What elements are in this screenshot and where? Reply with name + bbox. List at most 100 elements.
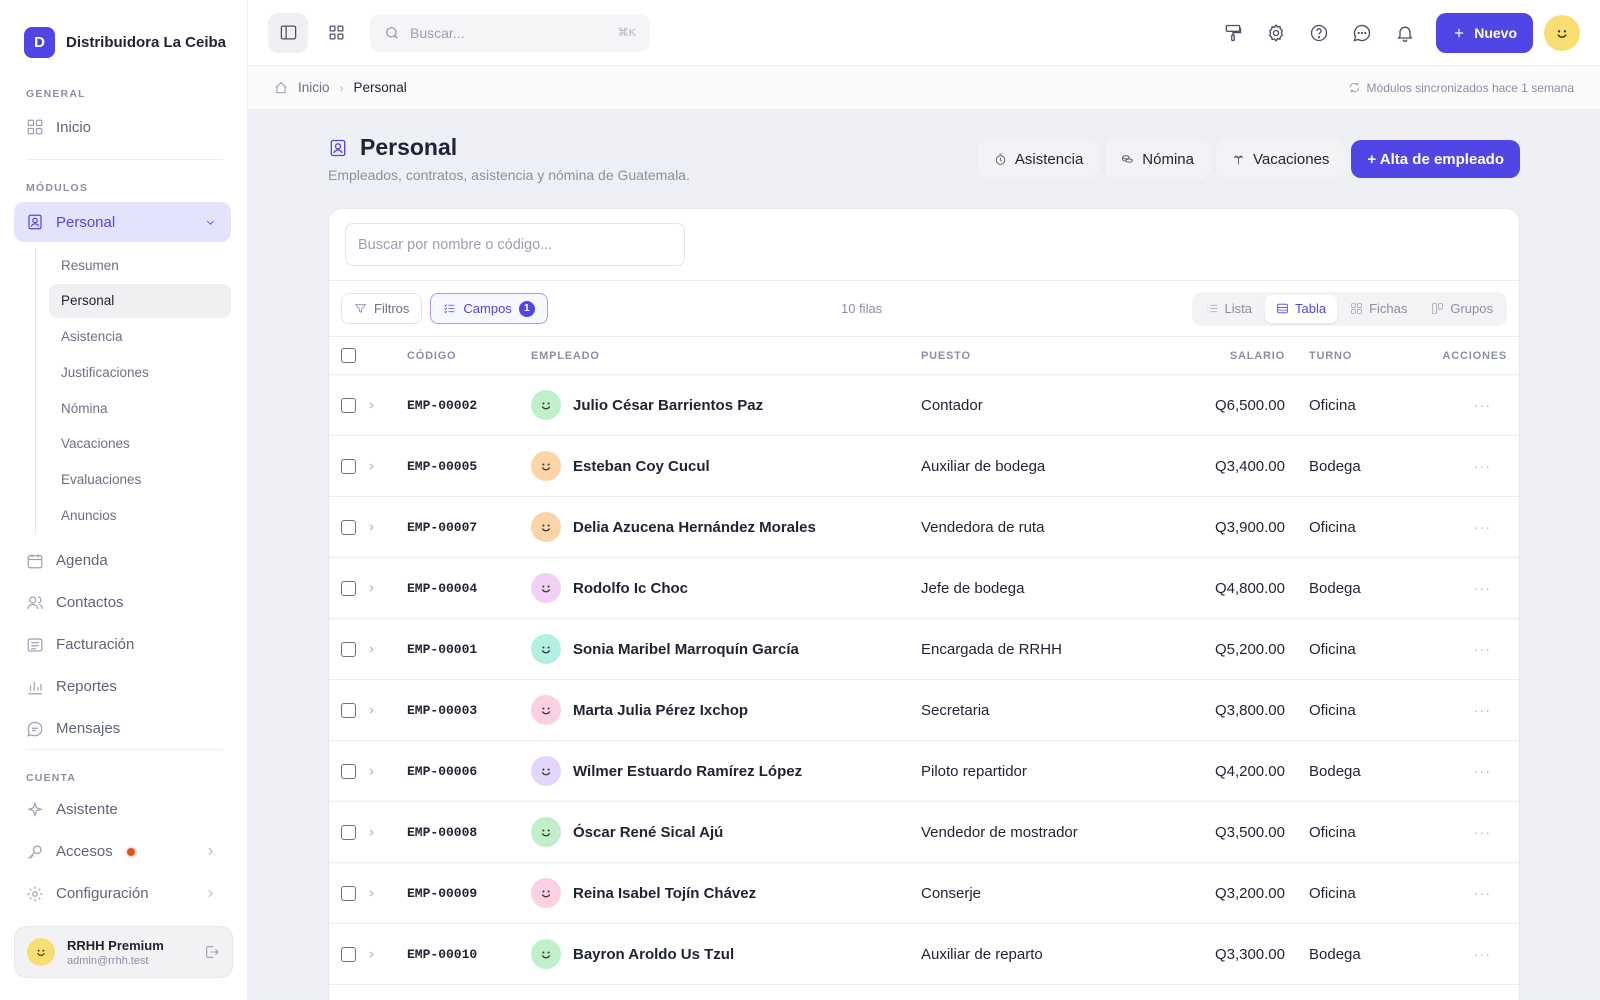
chevron-right-icon[interactable] (366, 400, 377, 411)
table-row[interactable]: EMP-00001 Sonia Maribel Marroquín García… (329, 619, 1519, 680)
table-row[interactable]: EMP-00005 Esteban Coy Cucul Auxiliar de … (329, 436, 1519, 497)
row-checkbox[interactable] (341, 397, 356, 413)
col-header-puesto[interactable]: PUESTO (921, 350, 1135, 362)
chevron-right-icon[interactable] (366, 644, 377, 655)
table-search-input[interactable]: Buscar por nombre o código... (345, 223, 685, 266)
chevron-right-icon[interactable] (366, 522, 377, 533)
sidebar-item-inicio[interactable]: Inicio (14, 107, 231, 147)
table-row[interactable]: EMP-00009 Reina Isabel Tojín Chávez Cons… (329, 863, 1519, 924)
table-row[interactable]: EMP-00010 Bayron Aroldo Us Tzul Auxiliar… (329, 924, 1519, 985)
employee-name[interactable]: Marta Julia Pérez Ixchop (573, 702, 748, 719)
chevron-right-icon[interactable] (366, 949, 377, 960)
employee-name[interactable]: Delia Azucena Hernández Morales (573, 519, 816, 536)
help-button[interactable] (1299, 13, 1339, 53)
table-row[interactable]: EMP-00006 Wilmer Estuardo Ramírez López … (329, 741, 1519, 802)
row-actions-button[interactable]: ··· (1395, 397, 1519, 413)
table-row[interactable]: EMP-00007 Delia Azucena Hernández Morale… (329, 497, 1519, 558)
notifications-button[interactable] (1385, 13, 1425, 53)
subnav-item-anuncios[interactable]: Anuncios (49, 499, 231, 533)
view-tabla[interactable]: Tabla (1264, 294, 1338, 323)
row-checkbox[interactable] (341, 580, 356, 596)
fields-button[interactable]: Campos 1 (430, 293, 548, 324)
search-input[interactable]: Buscar... (410, 25, 608, 41)
employee-name[interactable]: Sonia Maribel Marroquín García (573, 641, 799, 658)
chevron-right-icon[interactable] (366, 705, 377, 716)
chevron-right-icon[interactable] (366, 583, 377, 594)
row-checkbox[interactable] (341, 641, 356, 657)
logout-icon[interactable] (204, 944, 220, 960)
row-actions-button[interactable]: ··· (1395, 519, 1519, 535)
paint-roller-button[interactable] (1213, 13, 1253, 53)
table-row[interactable]: EMP-00008 Óscar René Sical Ajú Vendedor … (329, 802, 1519, 863)
sidebar-item-reportes[interactable]: Reportes (14, 667, 231, 707)
chevron-right-icon[interactable] (204, 845, 217, 858)
sidebar-item-facturacion[interactable]: Facturación (14, 625, 231, 665)
employee-name[interactable]: Bayron Aroldo Us Tzul (573, 946, 734, 963)
row-checkbox[interactable] (341, 885, 356, 901)
breadcrumb-home[interactable]: Inicio (298, 80, 330, 95)
row-checkbox[interactable] (341, 458, 356, 474)
employee-name[interactable]: Óscar René Sical Ajú (573, 824, 723, 841)
col-header-codigo[interactable]: CÓDIGO (407, 350, 531, 362)
settings-button[interactable] (1256, 13, 1296, 53)
subnav-item-vacaciones[interactable]: Vacaciones (49, 427, 231, 461)
col-header-turno[interactable]: TURNO (1285, 350, 1395, 362)
filters-button[interactable]: Filtros (341, 293, 423, 324)
user-card[interactable]: RRHH Premium admin@rrhh.test (14, 926, 233, 978)
table-row[interactable]: EMP-00003 Marta Julia Pérez Ixchop Secre… (329, 680, 1519, 741)
sidebar-item-personal[interactable]: Personal (14, 202, 231, 242)
row-actions-button[interactable]: ··· (1395, 702, 1519, 718)
vacaciones-button[interactable]: Vacaciones (1215, 140, 1346, 178)
sidebar-item-agenda[interactable]: Agenda (14, 541, 231, 581)
view-lista[interactable]: Lista (1195, 295, 1263, 323)
row-actions-button[interactable]: ··· (1395, 580, 1519, 596)
row-actions-button[interactable]: ··· (1395, 824, 1519, 840)
sidebar-item-accesos[interactable]: Accesos (14, 832, 231, 872)
row-checkbox[interactable] (341, 824, 356, 840)
row-actions-button[interactable]: ··· (1395, 641, 1519, 657)
new-button[interactable]: Nuevo (1436, 12, 1533, 53)
subnav-item-asistencia[interactable]: Asistencia (49, 320, 231, 354)
subnav-item-resumen[interactable]: Resumen (49, 248, 231, 282)
table-row[interactable]: EMP-00004 Rodolfo Ic Choc Jefe de bodega… (329, 558, 1519, 619)
row-actions-button[interactable]: ··· (1395, 763, 1519, 779)
chevron-right-icon[interactable] (366, 888, 377, 899)
brand[interactable]: D Distribuidora La Ceiba (14, 0, 231, 84)
employee-name[interactable]: Wilmer Estuardo Ramírez López (573, 763, 802, 780)
chevron-right-icon[interactable] (366, 827, 377, 838)
row-checkbox[interactable] (341, 702, 356, 718)
global-search[interactable]: Buscar... ⌘K (370, 13, 650, 52)
col-header-salario[interactable]: SALARIO (1135, 350, 1285, 362)
subnav-item-evaluaciones[interactable]: Evaluaciones (49, 463, 231, 497)
row-actions-button[interactable]: ··· (1395, 946, 1519, 962)
employee-name[interactable]: Esteban Coy Cucul (573, 458, 710, 475)
sidebar-item-asistente[interactable]: Asistente (14, 790, 231, 830)
table-row[interactable]: EMP-00002 Julio César Barrientos Paz Con… (329, 375, 1519, 436)
employee-name[interactable]: Julio César Barrientos Paz (573, 397, 763, 414)
view-fichas[interactable]: Fichas (1339, 295, 1418, 323)
row-actions-button[interactable]: ··· (1395, 458, 1519, 474)
chevron-right-icon[interactable] (366, 766, 377, 777)
chevron-right-icon[interactable] (204, 887, 217, 900)
select-all-checkbox[interactable] (341, 348, 356, 363)
asistencia-button[interactable]: Asistencia (977, 140, 1100, 178)
row-checkbox[interactable] (341, 946, 356, 962)
alta-empleado-button[interactable]: + Alta de empleado (1351, 140, 1520, 178)
sidebar-item-contactos[interactable]: Contactos (14, 583, 231, 623)
sidebar-item-mensajes[interactable]: Mensajes (14, 709, 231, 749)
col-header-empleado[interactable]: EMPLEADO (531, 350, 921, 362)
subnav-item-justificaciones[interactable]: Justificaciones (49, 355, 231, 389)
row-checkbox[interactable] (341, 763, 356, 779)
subnav-item-personal[interactable]: Personal (49, 283, 231, 318)
chat-button[interactable] (1342, 13, 1382, 53)
employee-name[interactable]: Reina Isabel Tojín Chávez (573, 885, 756, 902)
apps-button[interactable] (316, 13, 356, 53)
chevron-right-icon[interactable] (366, 461, 377, 472)
employee-name[interactable]: Rodolfo Ic Choc (573, 580, 688, 597)
row-checkbox[interactable] (341, 519, 356, 535)
subnav-item-nomina[interactable]: Nómina (49, 391, 231, 425)
toggle-sidebar-button[interactable] (268, 12, 308, 53)
row-actions-button[interactable]: ··· (1395, 885, 1519, 901)
user-avatar-top[interactable] (1544, 14, 1580, 51)
nomina-button[interactable]: Nómina (1105, 140, 1210, 178)
